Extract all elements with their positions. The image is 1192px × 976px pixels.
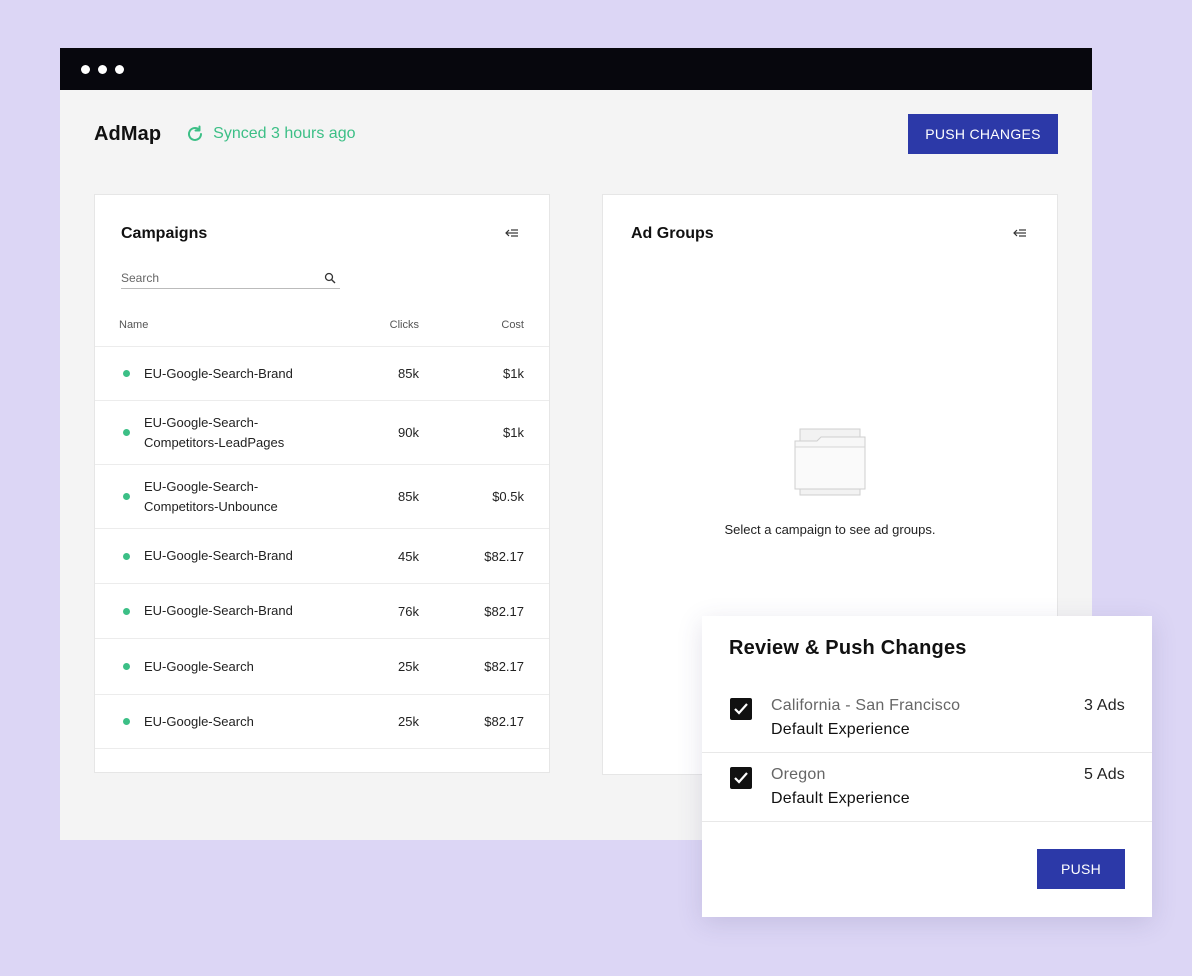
review-item: Oregon Default Experience 5 Ads	[702, 753, 1152, 822]
status-dot-icon	[123, 607, 130, 615]
column-header-cost[interactable]: Cost	[501, 319, 524, 331]
dialog-title: Review & Push Changes	[729, 637, 967, 659]
sync-status: Synced 3 hours ago	[185, 124, 356, 144]
campaign-cost: $0.5k	[492, 489, 524, 504]
table-row[interactable]: EU-Google-Search-Competitors-LeadPages 9…	[95, 400, 549, 464]
campaign-name: EU-Google-Search-Competitors-LeadPages	[144, 414, 285, 450]
campaign-cost: $82.17	[484, 603, 524, 619]
table-row[interactable]: EU-Google-Search-Brand 85k $1k	[95, 346, 549, 400]
column-header-name[interactable]: Name	[119, 319, 148, 331]
campaign-cost: $82.17	[484, 714, 524, 729]
checkmark-icon	[734, 703, 748, 715]
campaign-cost: $1k	[503, 425, 524, 440]
table-row[interactable]: EU-Google-Search 25k $82.17	[95, 694, 549, 749]
table-row[interactable]: EU-Google-Search-Brand 45k $82.17	[95, 528, 549, 583]
campaign-clicks: 25k	[398, 659, 419, 674]
push-button[interactable]: PUSH	[1037, 849, 1125, 889]
campaigns-panel: Campaigns Name Clicks Cost EU-Google-Sea…	[94, 194, 550, 773]
campaign-search	[121, 267, 340, 289]
item-checkbox[interactable]	[730, 698, 752, 720]
campaign-cost: $82.17	[484, 548, 524, 564]
campaign-clicks: 85k	[398, 366, 419, 381]
search-icon[interactable]	[324, 272, 336, 284]
push-changes-button[interactable]: PUSH CHANGES	[908, 114, 1058, 154]
app-header: AdMap Synced 3 hours ago PUSH CHANGES	[94, 114, 1058, 154]
window-titlebar	[60, 48, 1092, 90]
window-dot-icon[interactable]	[81, 64, 90, 74]
status-dot-icon	[123, 718, 130, 725]
review-item-title: California - San Francisco	[771, 697, 961, 714]
status-dot-icon	[123, 370, 130, 377]
campaign-name: EU-Google-Search-Brand	[144, 548, 293, 563]
review-item-subtitle: Default Experience	[771, 790, 910, 807]
campaign-name: EU-Google-Search-Brand	[144, 365, 293, 381]
empty-state-message: Select a campaign to see ad groups.	[724, 522, 936, 537]
campaign-name: EU-Google-Search-Competitors-Unbounce	[144, 478, 278, 514]
campaigns-title: Campaigns	[121, 225, 208, 242]
review-item-count: 3 Ads	[1083, 697, 1125, 714]
review-item-title: Oregon	[771, 766, 826, 783]
review-item-subtitle: Default Experience	[771, 721, 910, 738]
window-dot-icon[interactable]	[98, 64, 107, 74]
campaign-name: EU-Google-Search-Brand	[144, 603, 293, 618]
app-title: AdMap	[94, 122, 162, 145]
table-row[interactable]: EU-Google-Search 25k $82.17	[95, 638, 549, 694]
item-checkbox[interactable]	[730, 767, 752, 789]
collapse-panel-icon[interactable]	[1013, 227, 1027, 239]
campaign-clicks: 85k	[398, 489, 419, 504]
campaign-clicks: 45k	[398, 548, 419, 564]
ad-groups-title: Ad Groups	[631, 225, 714, 242]
campaign-clicks: 25k	[398, 714, 419, 729]
table-row[interactable]: EU-Google-Search-Brand 76k $82.17	[95, 583, 549, 638]
collapse-panel-icon[interactable]	[505, 227, 519, 239]
column-header-clicks[interactable]: Clicks	[390, 319, 419, 331]
review-push-dialog: Review & Push Changes California - San F…	[702, 616, 1152, 917]
sync-status-text: Synced 3 hours ago	[213, 125, 356, 142]
status-dot-icon	[123, 493, 130, 500]
empty-folder-icon	[794, 428, 866, 496]
campaign-cost: $1k	[503, 366, 524, 381]
status-dot-icon	[123, 552, 130, 560]
campaign-name: EU-Google-Search	[144, 658, 254, 674]
campaign-name: EU-Google-Search	[144, 713, 254, 729]
campaign-clicks: 76k	[398, 603, 419, 619]
campaign-list: EU-Google-Search-Brand 85k $1k EU-Google…	[95, 346, 549, 749]
window-dot-icon[interactable]	[115, 64, 124, 74]
refresh-icon[interactable]	[185, 124, 205, 144]
review-item-count: 5 Ads	[1083, 766, 1125, 783]
campaign-clicks: 90k	[398, 425, 419, 440]
campaign-cost: $82.17	[484, 659, 524, 674]
table-row[interactable]: EU-Google-Search-Competitors-Unbounce 85…	[95, 464, 549, 528]
checkmark-icon	[734, 772, 748, 784]
status-dot-icon	[123, 429, 130, 436]
review-item: California - San Francisco Default Exper…	[702, 684, 1152, 753]
search-input[interactable]	[121, 270, 324, 285]
status-dot-icon	[123, 663, 130, 670]
